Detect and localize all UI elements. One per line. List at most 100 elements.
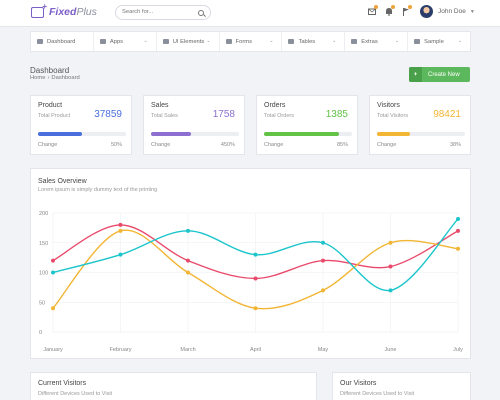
stat-subtitle: Total Product bbox=[38, 113, 71, 119]
data-point[interactable] bbox=[51, 306, 55, 311]
stat-card-product: Product Total Product 37859 Change 50% bbox=[30, 95, 132, 155]
data-point[interactable] bbox=[388, 240, 393, 245]
data-point[interactable] bbox=[186, 228, 190, 233]
grid-icon bbox=[351, 39, 358, 44]
data-point[interactable] bbox=[51, 270, 55, 275]
data-point[interactable] bbox=[456, 216, 460, 221]
file-icon bbox=[225, 39, 232, 44]
logo-text-bold: Fixed bbox=[49, 6, 77, 18]
stat-card-orders: Orders Total Orders 1385 Change 85% bbox=[256, 95, 358, 155]
nav-item-extras[interactable]: Extras ⌄ bbox=[345, 32, 409, 51]
search-icon[interactable] bbox=[198, 9, 204, 16]
breadcrumb-separator: › bbox=[47, 75, 50, 81]
stat-value: 37859 bbox=[94, 109, 122, 120]
notification-dot bbox=[408, 5, 412, 9]
stat-subtitle: Total Orders bbox=[264, 113, 294, 119]
data-point[interactable] bbox=[253, 306, 258, 311]
bell-icon[interactable] bbox=[385, 5, 395, 16]
breadcrumb-home[interactable]: Home bbox=[30, 75, 45, 81]
data-point[interactable] bbox=[456, 246, 460, 251]
change-value: 50% bbox=[110, 142, 122, 148]
data-point[interactable] bbox=[118, 252, 123, 257]
nav-item-label: Sample bbox=[424, 38, 444, 45]
breadcrumb-current: Dashboard bbox=[51, 75, 80, 81]
our-visitors-card: Our Visitors Different Devices Used to V… bbox=[332, 372, 471, 400]
y-tick-label: 150 bbox=[39, 241, 48, 247]
nav-item-label: Forms bbox=[235, 38, 253, 45]
x-tick-label: March bbox=[180, 347, 195, 353]
breadcrumb: Home › Dashboard bbox=[30, 75, 80, 81]
y-tick-label: 50 bbox=[39, 300, 45, 306]
progress-fill bbox=[264, 132, 339, 136]
x-tick-label: July bbox=[453, 347, 463, 353]
nav-item-label: UI Elements bbox=[172, 38, 205, 45]
x-tick-label: April bbox=[250, 347, 261, 353]
stat-title: Orders bbox=[264, 102, 286, 109]
x-tick-label: February bbox=[109, 347, 131, 353]
change-value: 38% bbox=[449, 142, 461, 148]
nav-item-apps[interactable]: Apps ⌄ bbox=[94, 32, 157, 51]
progress-bar bbox=[377, 132, 465, 136]
data-point[interactable] bbox=[186, 270, 190, 275]
top-header: FixedPlus John Doe ▼ bbox=[0, 0, 500, 27]
nav-item-dashboard[interactable]: Dashboard bbox=[31, 32, 94, 51]
chevron-down-icon: ⌄ bbox=[457, 38, 463, 44]
nav-item-label: Tables bbox=[298, 38, 316, 45]
avatar bbox=[420, 5, 433, 18]
search-input[interactable] bbox=[122, 9, 196, 15]
change-label: Change bbox=[264, 142, 284, 148]
change-value: 85% bbox=[336, 142, 348, 148]
notification-dot bbox=[374, 5, 378, 9]
data-point[interactable] bbox=[186, 258, 190, 263]
y-tick-label: 100 bbox=[39, 271, 48, 277]
stat-value: 1758 bbox=[212, 109, 235, 120]
data-point[interactable] bbox=[118, 222, 123, 227]
stat-card-visitors: Visitors Total Visitors 98421 Change 38% bbox=[369, 95, 471, 155]
chevron-down-icon: ⌄ bbox=[206, 38, 211, 44]
globe-icon bbox=[99, 39, 106, 44]
data-point[interactable] bbox=[253, 276, 258, 281]
flag-icon[interactable] bbox=[402, 5, 412, 16]
main-nav: Dashboard Apps ⌄ UI Elements ⌄ Forms ⌄ Tables ⌄ E… bbox=[30, 31, 471, 52]
progress-fill bbox=[151, 132, 191, 136]
data-point[interactable] bbox=[51, 258, 55, 263]
sales-line-chart: 0 50 100 150 200 January February March April May… bbox=[39, 211, 463, 353]
chevron-down-icon: ⌄ bbox=[269, 38, 274, 44]
change-label: Change bbox=[377, 142, 397, 148]
current-visitors-card: Current Visitors Different Devices Used … bbox=[30, 372, 317, 400]
data-point[interactable] bbox=[456, 228, 460, 233]
chevron-down-icon: ⌄ bbox=[143, 38, 148, 44]
data-point[interactable] bbox=[388, 288, 393, 293]
change-label: Change bbox=[151, 142, 171, 148]
data-point[interactable] bbox=[253, 252, 258, 257]
data-point[interactable] bbox=[321, 258, 325, 263]
user-menu[interactable]: John Doe ▼ bbox=[420, 5, 475, 18]
create-new-label: Create New bbox=[428, 71, 460, 78]
nav-item-forms[interactable]: Forms ⌄ bbox=[220, 32, 283, 51]
x-tick-label: June bbox=[385, 347, 397, 353]
data-point[interactable] bbox=[321, 288, 325, 293]
stat-value: 98421 bbox=[433, 109, 461, 120]
sales-overview-card: Sales Overview Lorem ipsum is simply dum… bbox=[30, 168, 471, 359]
nav-item-ui-elements[interactable]: UI Elements ⌄ bbox=[157, 32, 220, 51]
folder-icon bbox=[414, 39, 421, 44]
progress-bar bbox=[38, 132, 126, 136]
nav-item-label: Apps bbox=[109, 38, 124, 45]
plus-icon: + bbox=[409, 67, 422, 82]
data-point[interactable] bbox=[118, 228, 123, 233]
search-box[interactable] bbox=[115, 5, 211, 20]
data-point[interactable] bbox=[388, 264, 393, 269]
progress-fill bbox=[38, 132, 82, 136]
stat-title: Visitors bbox=[377, 102, 400, 109]
nav-item-label: Extras bbox=[361, 38, 378, 45]
data-point[interactable] bbox=[321, 240, 325, 245]
change-value: 450% bbox=[220, 142, 235, 148]
envelope-icon[interactable] bbox=[368, 5, 378, 16]
nav-item-sample[interactable]: Sample ⌄ bbox=[408, 32, 470, 51]
nav-item-tables[interactable]: Tables ⌄ bbox=[282, 32, 346, 51]
create-new-button[interactable]: + Create New bbox=[409, 67, 470, 82]
logo[interactable]: FixedPlus bbox=[31, 2, 97, 18]
x-tick-label: May bbox=[318, 347, 329, 353]
our-visitors-title: Our Visitors bbox=[340, 380, 377, 387]
cogs-icon bbox=[162, 39, 169, 44]
